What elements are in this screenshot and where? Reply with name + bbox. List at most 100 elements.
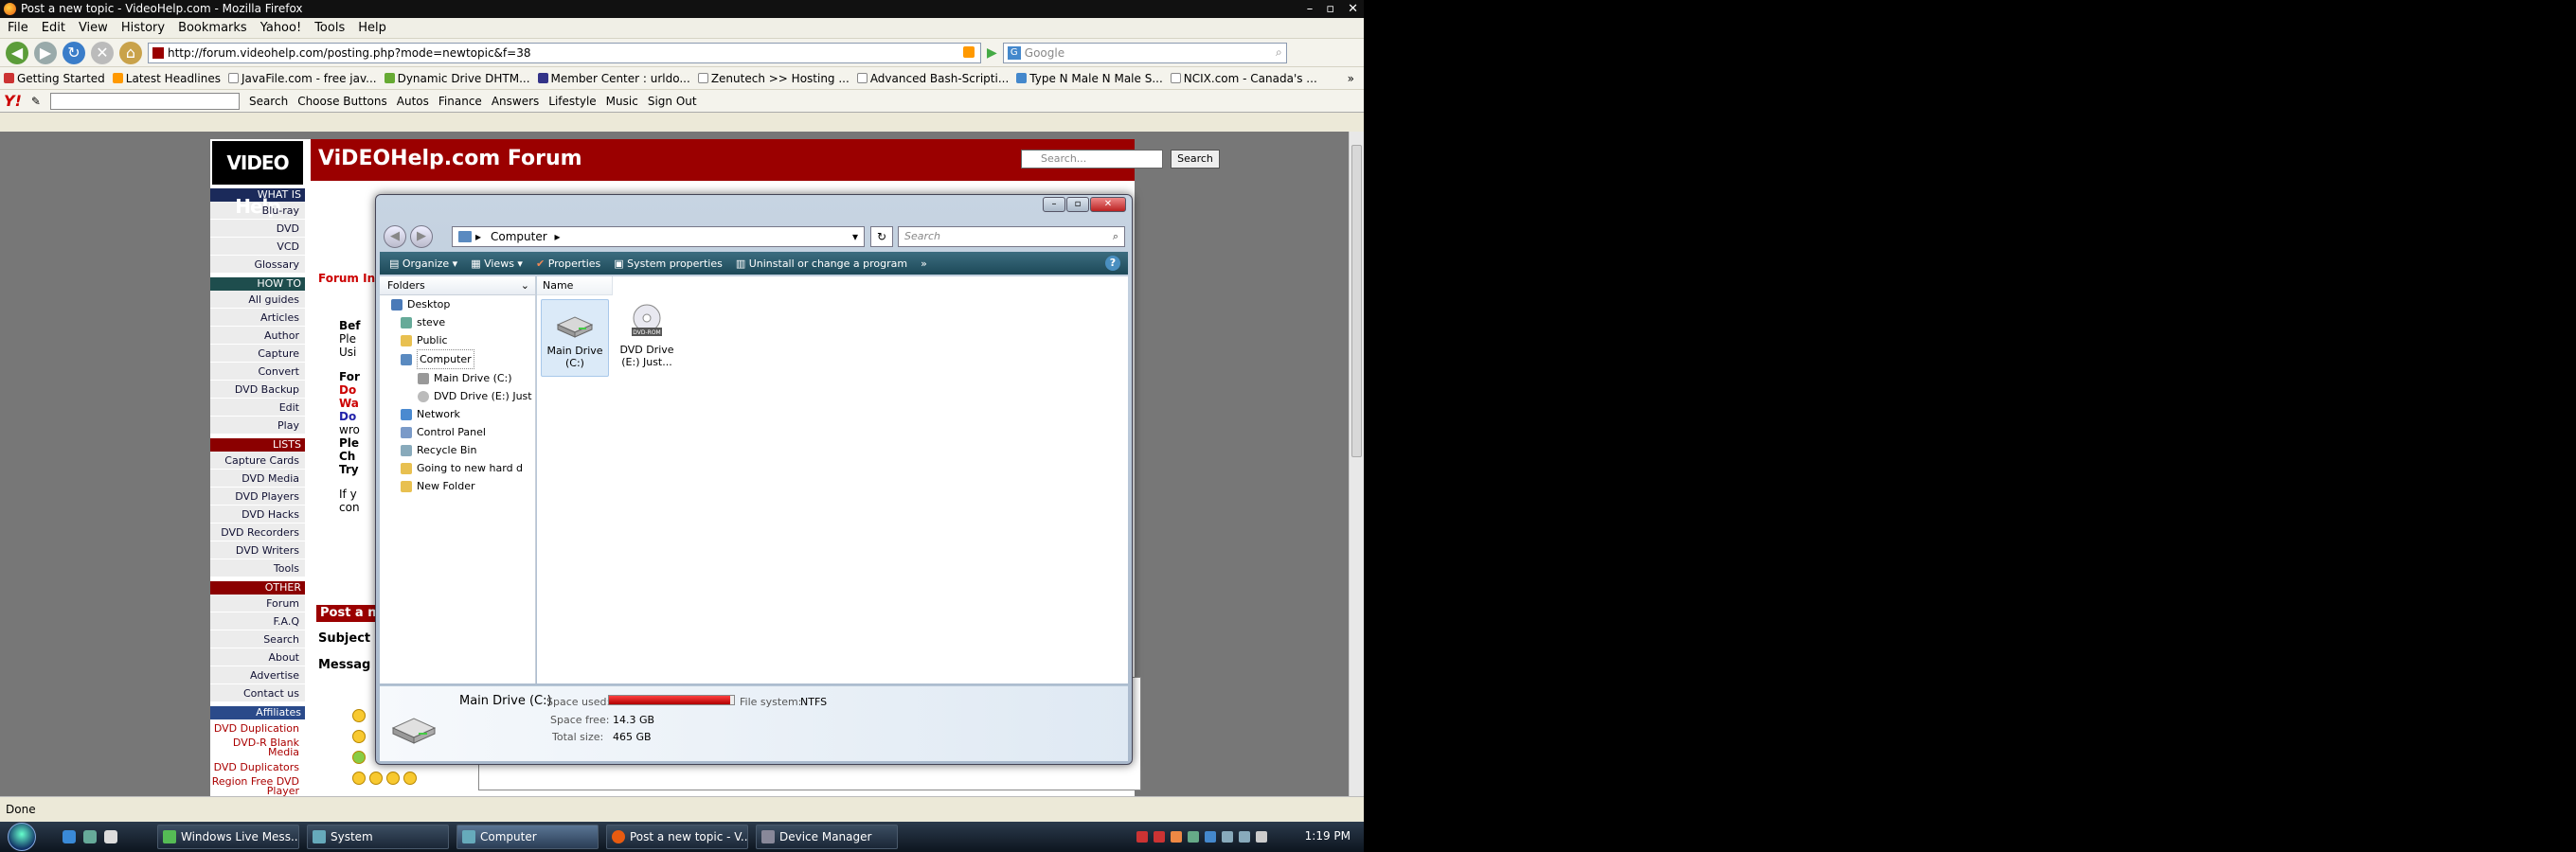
tray-icon[interactable] <box>1205 831 1216 843</box>
affiliate-link[interactable]: DVD-R Blank Media <box>210 737 305 758</box>
menu-help[interactable]: Help <box>358 21 386 35</box>
yahoo-lifestyle[interactable]: Lifestyle <box>548 95 596 108</box>
switch-windows-icon[interactable] <box>83 830 97 843</box>
sidebar-link[interactable]: All guides <box>210 291 305 309</box>
tree-item-steve[interactable]: steve <box>380 313 535 331</box>
sidebar-link[interactable]: DVD Recorders <box>210 524 305 541</box>
tray-icon[interactable] <box>1154 831 1165 843</box>
bookmark-item[interactable]: Latest Headlines <box>112 72 221 85</box>
sidebar-link[interactable]: Articles <box>210 309 305 327</box>
show-desktop-icon[interactable] <box>104 830 117 843</box>
affiliate-link[interactable]: DVD Duplicators <box>210 758 305 776</box>
affiliate-link[interactable]: DVD Duplication <box>210 719 305 737</box>
drive-item-dvd[interactable]: DVD-ROM DVD Drive (E:) Just... <box>613 299 681 377</box>
url-bar[interactable]: http://forum.videohelp.com/posting.php?m… <box>148 42 981 63</box>
tree-item-dvd-drive[interactable]: DVD Drive (E:) Just <box>380 387 535 405</box>
tree-item-main-drive[interactable]: Main Drive (C:) <box>380 369 535 387</box>
folders-header[interactable]: Folders ⌄ <box>380 276 535 295</box>
sidebar-link[interactable]: Glossary <box>210 256 305 274</box>
explorer-close-button[interactable]: ✕ <box>1090 197 1126 212</box>
close-button[interactable]: ✕ <box>1348 0 1358 18</box>
menu-tools[interactable]: Tools <box>314 21 345 35</box>
explorer-refresh-icon[interactable]: ↻ <box>870 226 893 247</box>
properties-button[interactable]: ✔ Properties <box>536 257 600 270</box>
sidebar-link[interactable]: Tools <box>210 559 305 577</box>
menu-yahoo[interactable]: Yahoo! <box>260 21 301 35</box>
task-computer[interactable]: Computer <box>456 825 599 849</box>
more-commands-button[interactable]: » <box>921 257 927 270</box>
rss-icon[interactable] <box>963 45 975 58</box>
menu-bookmarks[interactable]: Bookmarks <box>178 21 247 35</box>
sidebar-link[interactable]: DVD Hacks <box>210 506 305 524</box>
breadcrumb-arrow-icon[interactable]: ▸ <box>554 230 560 243</box>
breadcrumb-separator-icon[interactable]: ▸ <box>475 227 481 246</box>
explorer-back-icon[interactable]: ◀ <box>384 225 406 248</box>
scrollbar-thumb[interactable] <box>1351 145 1362 457</box>
explorer-address-text[interactable]: Computer <box>491 230 547 243</box>
yahoo-finance[interactable]: Finance <box>438 95 482 108</box>
sidebar-link[interactable]: F.A.Q <box>210 612 305 630</box>
sidebar-link[interactable]: Forum <box>210 595 305 612</box>
sidebar-link[interactable]: VCD <box>210 238 305 256</box>
site-search-button[interactable]: Search <box>1171 150 1220 169</box>
tree-item-control-panel[interactable]: Control Panel <box>380 423 535 441</box>
task-firefox[interactable]: Post a new topic - V... <box>606 825 748 849</box>
magnifier-icon[interactable]: ⌕ <box>1276 45 1282 60</box>
bookmark-item[interactable]: Getting Started <box>4 72 105 85</box>
explorer-maximize-button[interactable]: ▫ <box>1066 197 1089 212</box>
affiliate-link[interactable]: Region Free DVD Player <box>210 776 305 796</box>
name-column-header[interactable]: Name <box>537 276 613 295</box>
tree-item-desktop[interactable]: Desktop <box>380 295 535 313</box>
maximize-button[interactable]: ▫ <box>1326 0 1334 18</box>
bookmark-item[interactable]: Member Center : urldo... <box>537 72 690 85</box>
sidebar-link[interactable]: Capture <box>210 345 305 363</box>
smiley-icon[interactable] <box>369 772 383 785</box>
videohelp-logo[interactable]: VIDEO Help <box>212 141 303 218</box>
bookmark-item[interactable]: Dynamic Drive DHTM... <box>384 72 530 85</box>
web-search-box[interactable]: G Google ⌕ <box>1002 42 1287 63</box>
yahoo-search-input[interactable] <box>49 92 240 110</box>
chevron-more-icon[interactable]: » <box>1348 72 1364 85</box>
sidebar-link[interactable]: About <box>210 648 305 666</box>
sidebar-link[interactable]: Play <box>210 417 305 435</box>
tree-item-new-folder[interactable]: New Folder <box>380 477 535 495</box>
task-messenger[interactable]: Windows Live Mess... <box>157 825 299 849</box>
tray-icon[interactable] <box>1188 831 1199 843</box>
bookmark-item[interactable]: NCIX.com - Canada's ... <box>1170 72 1317 85</box>
google-icon[interactable]: G <box>1007 45 1021 60</box>
chevron-down-icon[interactable]: ⌄ <box>521 276 529 295</box>
smiley-icon[interactable] <box>352 772 366 785</box>
tree-item-computer[interactable]: Computer <box>380 349 535 369</box>
smiley-icon[interactable] <box>352 709 366 722</box>
menu-view[interactable]: View <box>79 21 108 35</box>
tray-icon[interactable] <box>1222 831 1233 843</box>
sidebar-link[interactable]: Contact us <box>210 684 305 702</box>
tree-item-network[interactable]: Network <box>380 405 535 423</box>
taskbar-clock[interactable]: 1:19 PM <box>1305 829 1351 843</box>
network-tray-icon[interactable] <box>1239 831 1250 843</box>
go-arrow-icon[interactable]: ▶ <box>987 45 997 61</box>
back-arrow-icon[interactable]: ◀ <box>6 41 28 64</box>
sidebar-link[interactable]: DVD Media <box>210 470 305 488</box>
tree-item-folder[interactable]: Going to new hard d <box>380 459 535 477</box>
smiley-icon[interactable] <box>352 730 366 743</box>
explorer-search-icon[interactable]: ⌕ <box>1113 227 1118 246</box>
forward-arrow-icon[interactable]: ▶ <box>34 41 57 64</box>
yahoo-choose-buttons[interactable]: Choose Buttons <box>297 95 387 108</box>
bookmark-item[interactable]: Type N Male N Male S... <box>1016 72 1163 85</box>
start-button[interactable] <box>8 823 36 851</box>
volume-icon[interactable] <box>1256 831 1267 843</box>
tree-item-public[interactable]: Public <box>380 331 535 349</box>
explorer-search-input[interactable]: Search ⌕ <box>898 226 1125 247</box>
address-dropdown-icon[interactable]: ▾ <box>852 227 858 246</box>
minimize-button[interactable]: – <box>1307 0 1314 18</box>
bookmark-item[interactable]: Zenutech >> Hosting ... <box>697 72 850 85</box>
page-scrollbar[interactable] <box>1349 132 1364 796</box>
drive-item-main[interactable]: Main Drive (C:) <box>541 299 609 377</box>
yahoo-autos[interactable]: Autos <box>397 95 429 108</box>
views-button[interactable]: ▦ Views ▾ <box>471 257 523 270</box>
tray-icon[interactable] <box>1171 831 1182 843</box>
yahoo-sign-out[interactable]: Sign Out <box>648 95 697 108</box>
help-icon[interactable]: ? <box>1105 256 1120 271</box>
smiley-icon[interactable] <box>386 772 400 785</box>
